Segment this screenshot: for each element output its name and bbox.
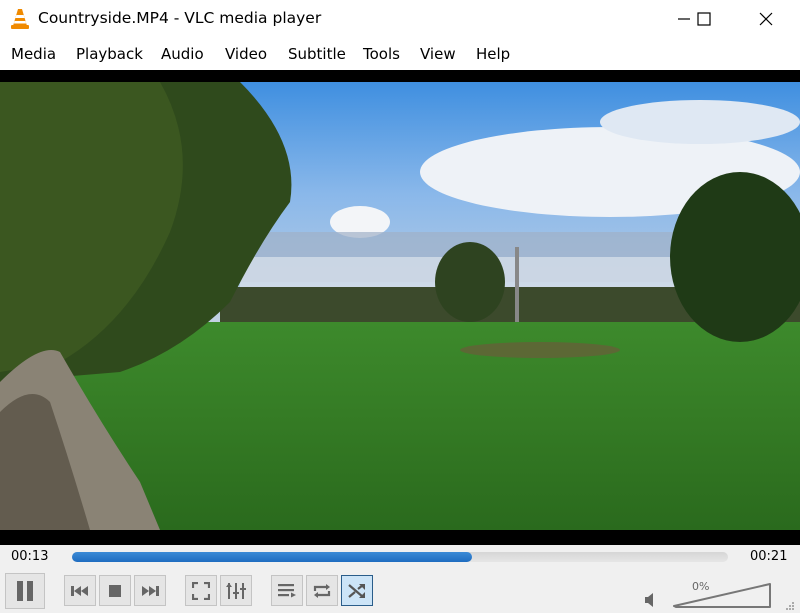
- playlist-button[interactable]: [271, 575, 303, 606]
- menu-view[interactable]: View: [420, 45, 456, 63]
- menu-help[interactable]: Help: [476, 45, 510, 63]
- speaker-muted-icon[interactable]: [645, 593, 655, 607]
- previous-button[interactable]: [64, 575, 96, 606]
- volume-slider[interactable]: [672, 581, 772, 609]
- vlc-cone-icon: [11, 9, 29, 29]
- shuffle-button[interactable]: [341, 575, 373, 606]
- skip-previous-icon: [71, 585, 88, 596]
- playlist-icon: [278, 583, 296, 597]
- menu-playback[interactable]: Playback: [76, 45, 143, 63]
- equalizer-sliders-icon: [226, 582, 246, 599]
- elapsed-time: 00:13: [11, 549, 49, 564]
- seek-bar[interactable]: [72, 552, 728, 562]
- skip-next-icon: [142, 585, 159, 596]
- fullscreen-button[interactable]: [185, 575, 217, 606]
- close-icon: [759, 12, 773, 26]
- stop-button[interactable]: [99, 575, 131, 606]
- menu-tools[interactable]: Tools: [363, 45, 400, 63]
- shuffle-icon: [348, 583, 365, 598]
- menu-media[interactable]: Media: [11, 45, 56, 63]
- stop-icon: [109, 584, 121, 597]
- total-time: 00:21: [750, 549, 788, 564]
- menu-video[interactable]: Video: [225, 45, 267, 63]
- loop-button[interactable]: [306, 575, 338, 606]
- control-panel: 00:13 00:21 0%: [0, 545, 800, 613]
- pole: [515, 247, 519, 322]
- menu-audio[interactable]: Audio: [161, 45, 204, 63]
- tree-middle: [435, 242, 505, 322]
- video-frame: [0, 82, 800, 530]
- dirt-patch: [460, 342, 620, 358]
- loop-icon: [313, 583, 331, 598]
- window-title: Countryside.MP4 - VLC media player: [38, 9, 322, 27]
- close-button[interactable]: [743, 0, 789, 38]
- pause-icon: [17, 581, 33, 601]
- title-bar: Countryside.MP4 - VLC media player: [0, 0, 800, 38]
- menu-bar: Media Playback Audio Video Subtitle Tool…: [0, 38, 800, 71]
- cloud: [600, 100, 800, 144]
- pause-button[interactable]: [5, 573, 45, 609]
- maximize-button[interactable]: [681, 0, 727, 38]
- extended-settings-button[interactable]: [220, 575, 252, 606]
- resize-grip-icon[interactable]: [785, 601, 795, 611]
- seek-bar-progress: [72, 552, 473, 562]
- menu-subtitle[interactable]: Subtitle: [288, 45, 346, 63]
- video-display[interactable]: [0, 70, 800, 545]
- next-button[interactable]: [134, 575, 166, 606]
- maximize-icon: [697, 12, 711, 26]
- fullscreen-icon: [192, 581, 210, 600]
